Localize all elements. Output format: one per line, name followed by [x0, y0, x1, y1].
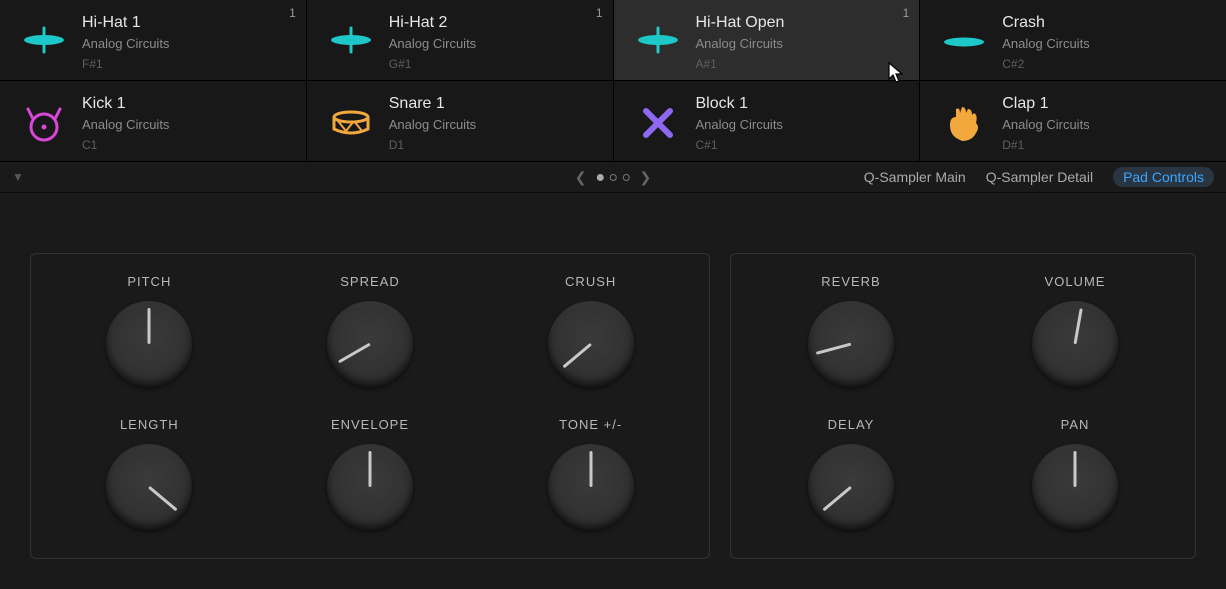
kick-icon — [14, 93, 74, 153]
knob-pitch: PITCH — [59, 274, 240, 387]
hihat-icon — [321, 12, 381, 72]
knob-crush: CRUSH — [500, 274, 681, 387]
page-dot-3[interactable] — [623, 174, 630, 181]
knob-label: VOLUME — [1045, 274, 1106, 289]
prev-page-icon[interactable]: ❮ — [575, 169, 587, 186]
pad-note: D#1 — [1002, 138, 1089, 152]
pad-title: Hi-Hat Open — [696, 14, 785, 32]
knob-dial[interactable] — [327, 444, 413, 530]
knob-dial[interactable] — [106, 301, 192, 387]
pad-crash[interactable]: Crash Analog Circuits C#2 — [920, 0, 1226, 80]
pad-block-1[interactable]: Block 1 Analog Circuits C#1 — [614, 81, 920, 161]
pad-hi-hat-2[interactable]: Hi-Hat 2 Analog Circuits G#1 1 — [307, 0, 613, 80]
pad-subtitle: Analog Circuits — [82, 36, 169, 51]
hihat-icon — [628, 12, 688, 72]
knob-dial[interactable] — [548, 444, 634, 530]
pad-note: D1 — [389, 138, 476, 152]
pad-snare-1[interactable]: Snare 1 Analog Circuits D1 — [307, 81, 613, 161]
knob-label: TONE +/- — [559, 417, 622, 432]
page-navigator: ❮ ❯ — [575, 169, 651, 186]
tab-qsampler-detail[interactable]: Q-Sampler Detail — [986, 169, 1093, 185]
knob-dial[interactable] — [106, 444, 192, 530]
disclosure-triangle-icon[interactable]: ▼ — [12, 170, 24, 184]
pad-effects-panel: PITCH SPREAD CRUSH LENGTH ENVELOPE TONE +/- — [30, 253, 710, 559]
knob-envelope: ENVELOPE — [280, 417, 461, 530]
pad-title: Hi-Hat 1 — [82, 14, 169, 32]
pad-title: Clap 1 — [1002, 95, 1089, 113]
knob-reverb: REVERB — [759, 274, 943, 387]
next-page-icon[interactable]: ❯ — [640, 169, 652, 186]
block-icon — [628, 93, 688, 153]
view-tabs: Q-Sampler Main Q-Sampler Detail Pad Cont… — [864, 167, 1214, 187]
pad-group-badge: 1 — [903, 6, 910, 20]
pad-subtitle: Analog Circuits — [696, 117, 783, 132]
pad-title: Block 1 — [696, 95, 783, 113]
pad-grid: Hi-Hat 1 Analog Circuits F#1 1 Hi-Hat 2 Analo… — [0, 0, 1226, 161]
tab-pad-controls[interactable]: Pad Controls — [1113, 167, 1214, 187]
crash-icon — [934, 12, 994, 72]
pad-subtitle: Analog Circuits — [389, 117, 476, 132]
knob-spread: SPREAD — [280, 274, 461, 387]
knob-delay: DELAY — [759, 417, 943, 530]
pad-note: A#1 — [696, 57, 785, 71]
hihat-icon — [14, 12, 74, 72]
knob-label: ENVELOPE — [331, 417, 409, 432]
pad-kick-1[interactable]: Kick 1 Analog Circuits C1 — [0, 81, 306, 161]
tab-qsampler-main[interactable]: Q-Sampler Main — [864, 169, 966, 185]
snare-icon — [321, 93, 381, 153]
knob-dial[interactable] — [1032, 444, 1118, 530]
pad-title: Snare 1 — [389, 95, 476, 113]
pad-subtitle: Analog Circuits — [1002, 117, 1089, 132]
pad-note: C#2 — [1002, 57, 1089, 71]
knob-tone: TONE +/- — [500, 417, 681, 530]
toolbar: ▼ ❮ ❯ Q-Sampler Main Q-Sampler Detail Pa… — [0, 161, 1226, 193]
pad-note: G#1 — [389, 57, 476, 71]
knob-dial[interactable] — [548, 301, 634, 387]
knob-dial[interactable] — [808, 444, 894, 530]
pad-note: C#1 — [696, 138, 783, 152]
knob-pan: PAN — [983, 417, 1167, 530]
pad-clap-1[interactable]: Clap 1 Analog Circuits D#1 — [920, 81, 1226, 161]
knob-label: CRUSH — [565, 274, 616, 289]
pad-subtitle: Analog Circuits — [82, 117, 169, 132]
page-dots[interactable] — [597, 174, 630, 181]
knob-volume: VOLUME — [983, 274, 1167, 387]
knob-dial[interactable] — [808, 301, 894, 387]
knob-label: DELAY — [828, 417, 875, 432]
pad-title: Hi-Hat 2 — [389, 14, 476, 32]
pad-subtitle: Analog Circuits — [389, 36, 476, 51]
knob-dial[interactable] — [1032, 301, 1118, 387]
pad-note: F#1 — [82, 57, 169, 71]
pad-note: C1 — [82, 138, 169, 152]
pad-title: Kick 1 — [82, 95, 169, 113]
pad-hi-hat-1[interactable]: Hi-Hat 1 Analog Circuits F#1 1 — [0, 0, 306, 80]
knob-label: SPREAD — [340, 274, 399, 289]
pad-group-badge: 1 — [596, 6, 603, 20]
pad-mixer-panel: REVERB VOLUME DELAY PAN — [730, 253, 1196, 559]
pad-subtitle: Analog Circuits — [1002, 36, 1089, 51]
pad-title: Crash — [1002, 14, 1089, 32]
pad-subtitle: Analog Circuits — [696, 36, 785, 51]
knob-label: PAN — [1061, 417, 1090, 432]
knob-label: PITCH — [127, 274, 171, 289]
knob-length: LENGTH — [59, 417, 240, 530]
knob-dial[interactable] — [327, 301, 413, 387]
page-dot-2[interactable] — [610, 174, 617, 181]
page-dot-1[interactable] — [597, 174, 604, 181]
knob-label: REVERB — [821, 274, 880, 289]
clap-icon — [934, 93, 994, 153]
control-panels: PITCH SPREAD CRUSH LENGTH ENVELOPE TONE +/- R… — [0, 193, 1226, 589]
pad-hi-hat-open[interactable]: Hi-Hat Open Analog Circuits A#1 1 — [614, 0, 920, 80]
knob-label: LENGTH — [120, 417, 179, 432]
pad-group-badge: 1 — [289, 6, 296, 20]
